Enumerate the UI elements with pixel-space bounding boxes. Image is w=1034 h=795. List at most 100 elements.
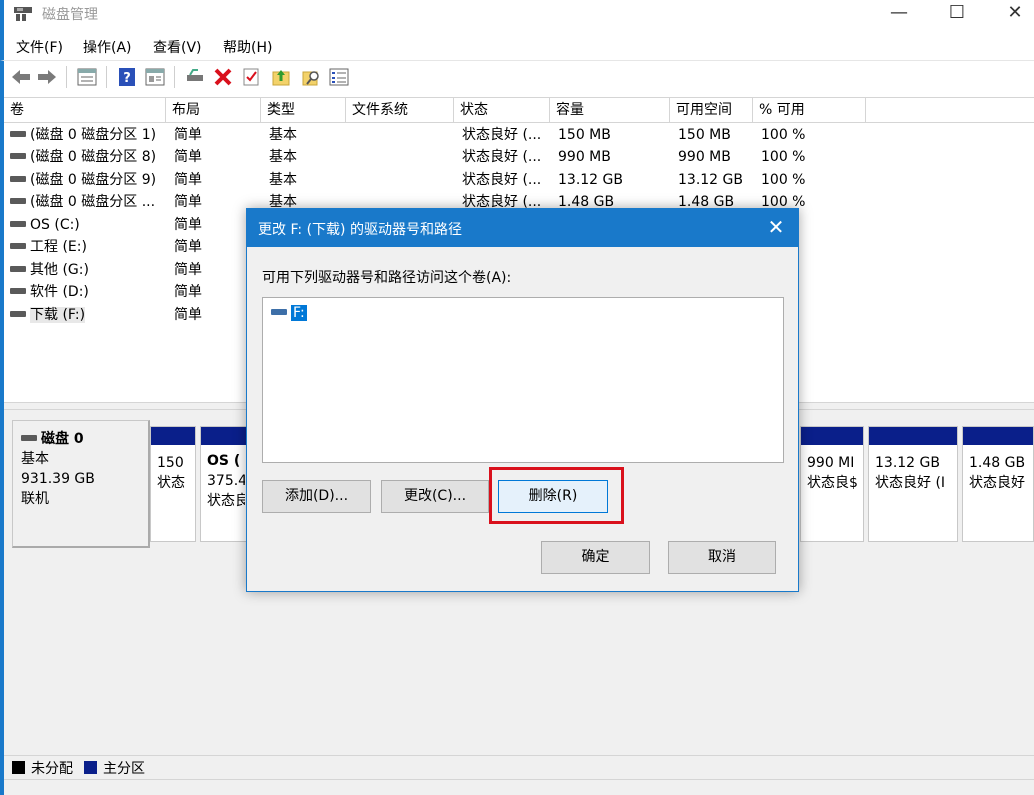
disk-type: 基本 [21, 451, 49, 467]
partition-color-bar [963, 427, 1033, 445]
cancel-button[interactable]: 取消 [668, 541, 776, 574]
partition-size: 375.4 [207, 473, 245, 489]
partition-status: 状态良$ [807, 475, 858, 491]
drive-icon [271, 309, 287, 315]
dialog-close-button[interactable]: ✕ [764, 215, 788, 239]
column-header-filesystem[interactable]: 文件系统 [346, 98, 454, 123]
volume-capacity: 990 MB [558, 149, 611, 165]
toolbar-separator [106, 66, 107, 88]
drive-icon [10, 198, 26, 204]
menu-help[interactable]: 帮助(H) [223, 37, 272, 57]
volume-status: 状态良好 (... [462, 149, 542, 165]
volume-free: 13.12 GB [678, 172, 743, 188]
ok-button[interactable]: 确定 [541, 541, 650, 574]
volume-layout: 简单 [174, 149, 202, 165]
back-icon[interactable] [10, 66, 32, 88]
volume-free: 990 MB [678, 149, 731, 165]
drive-letter-text: F: [291, 305, 307, 321]
partition-size: 13.12 GB [875, 455, 940, 471]
partition-color-bar [151, 427, 195, 445]
drive-icon [10, 131, 26, 137]
connect-drive-icon[interactable] [184, 66, 206, 88]
volume-name: 软件 (D:) [30, 284, 89, 300]
column-header-volume[interactable]: 卷 [4, 98, 166, 123]
menu-action[interactable]: 操作(A) [83, 37, 132, 57]
volume-name: OS (C:) [30, 217, 80, 233]
disk-size: 931.39 GB [21, 471, 95, 487]
volume-type: 基本 [269, 127, 297, 143]
list-icon[interactable] [328, 66, 350, 88]
volume-status: 状态良好 (... [462, 127, 542, 143]
column-header-type[interactable]: 类型 [261, 98, 346, 123]
menu-file[interactable]: 文件(F) [16, 37, 63, 57]
volume-row[interactable]: (磁盘 0 磁盘分区 9) 简单 基本 状态良好 (... 13.12 GB 1… [4, 169, 864, 191]
maximize-button[interactable]: ☐ [928, 0, 986, 30]
drive-icon [10, 176, 26, 182]
partition-status: 状态良 [207, 493, 245, 509]
change-drive-letter-dialog: 更改 F: (下载) 的驱动器号和路径 ✕ 可用下列驱动器号和路径访问这个卷(A… [246, 208, 799, 592]
menu-view[interactable]: 查看(V) [153, 37, 202, 57]
check-icon[interactable] [240, 66, 262, 88]
help-icon[interactable]: ? [116, 66, 138, 88]
partition-block[interactable]: 150 状态 [150, 426, 196, 542]
up-folder-icon[interactable] [270, 66, 292, 88]
volume-row[interactable]: (磁盘 0 磁盘分区 1) 简单 基本 状态良好 (... 150 MB 150… [4, 124, 864, 146]
volume-name: 其他 (G:) [30, 262, 89, 278]
volume-layout: 简单 [174, 172, 202, 188]
properties-icon[interactable] [76, 66, 98, 88]
drive-letter-list[interactable]: F: [262, 297, 784, 463]
drive-icon [10, 311, 26, 317]
search-folder-icon[interactable] [300, 66, 322, 88]
close-window-button[interactable]: ✕ [986, 0, 1034, 30]
toolbar-separator [66, 66, 67, 88]
partition-color-bar [801, 427, 863, 445]
volume-percent-free: 100 % [761, 127, 806, 143]
add-button[interactable]: 添加(D)... [262, 480, 371, 513]
partition-block[interactable]: 1.48 GB 状态良好 [962, 426, 1034, 542]
disk-icon [21, 435, 37, 441]
primary-partition-swatch [84, 761, 97, 774]
volume-name: (磁盘 0 磁盘分区 1) [30, 127, 157, 143]
column-header-status[interactable]: 状态 [454, 98, 550, 123]
disk-status: 联机 [21, 491, 49, 507]
volume-row[interactable]: (磁盘 0 磁盘分区 8) 简单 基本 状态良好 (... 990 MB 990… [4, 146, 864, 168]
partition-size: 150 [157, 455, 184, 471]
partition-block[interactable]: OS ( 375.4 状态良 [200, 426, 248, 542]
drive-letter-item[interactable]: F: [271, 302, 307, 324]
volume-name: (磁盘 0 磁盘分区 8) [30, 149, 157, 165]
dialog-title: 更改 F: (下载) 的驱动器号和路径 [258, 222, 462, 238]
volume-name: 下载 (F:) [30, 307, 86, 323]
legend-primary: 主分区 [103, 761, 145, 777]
column-header-percent-free[interactable]: % 可用 [753, 98, 866, 123]
column-header-capacity[interactable]: 容量 [550, 98, 670, 123]
disk-name: 磁盘 0 [41, 431, 84, 447]
dialog-titlebar: 更改 F: (下载) 的驱动器号和路径 ✕ [247, 209, 798, 247]
volume-name: (磁盘 0 磁盘分区 9) [30, 172, 157, 188]
partition-block[interactable]: 13.12 GB 状态良好 (I [868, 426, 958, 542]
drive-icon [10, 266, 26, 272]
drive-icon [10, 288, 26, 294]
minimize-button[interactable]: — [870, 0, 928, 30]
partition-size: 990 MI [807, 455, 855, 471]
drive-icon [10, 221, 26, 227]
disk-info-panel[interactable]: 磁盘 0 基本 931.39 GB 联机 [12, 420, 150, 548]
partition-color-bar [869, 427, 957, 445]
change-button[interactable]: 更改(C)... [381, 480, 489, 513]
partition-status: 状态 [157, 475, 185, 491]
delete-icon[interactable] [212, 66, 234, 88]
status-bar [4, 779, 1034, 795]
column-header-free-space[interactable]: 可用空间 [670, 98, 753, 123]
volume-name: 工程 (E:) [30, 239, 87, 255]
window-title: 磁盘管理 [42, 7, 98, 23]
drive-icon [10, 153, 26, 159]
volume-name: (磁盘 0 磁盘分区 ... [30, 194, 156, 210]
drive-icon [10, 243, 26, 249]
volume-capacity: 13.12 GB [558, 172, 623, 188]
volume-percent-free: 100 % [761, 172, 806, 188]
partition-block[interactable]: 990 MI 状态良$ [800, 426, 864, 542]
column-header-layout[interactable]: 布局 [166, 98, 261, 123]
forward-icon[interactable] [36, 66, 58, 88]
partition-status: 状态良好 (I [875, 475, 946, 491]
toolbar: ? [0, 60, 1034, 92]
view-icon[interactable] [144, 66, 166, 88]
